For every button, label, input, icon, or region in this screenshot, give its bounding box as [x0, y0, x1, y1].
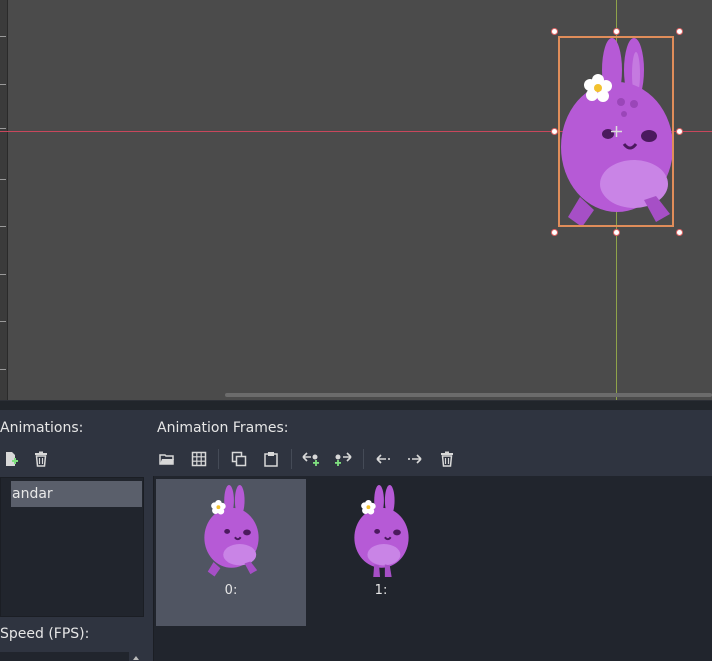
- ruler-tick: [0, 179, 6, 180]
- ruler-tick: [0, 369, 6, 370]
- frame-thumbnail: [354, 484, 409, 577]
- move-frame-right-button[interactable]: [404, 448, 426, 470]
- arrow-right-icon: [408, 454, 422, 464]
- resize-handle[interactable]: [676, 28, 683, 35]
- remove-animation-button[interactable]: [30, 448, 52, 470]
- move-frame-left-button[interactable]: [372, 448, 394, 470]
- frame-label: 1:: [374, 583, 388, 598]
- insert-after-icon: [335, 452, 352, 466]
- load-spritesheet-button[interactable]: [188, 448, 210, 470]
- ruler-tick: [0, 36, 6, 37]
- new-file-icon: [6, 452, 18, 466]
- animation-item[interactable]: andar: [11, 481, 142, 507]
- ruler-tick: [0, 226, 6, 227]
- ruler-tick: [0, 274, 6, 275]
- animation-frames-label: Animation Frames:: [157, 420, 289, 436]
- sprite-frames-panel: Animations: Animation Frames: andar 0: 1…: [0, 410, 712, 661]
- pivot-cross-icon[interactable]: [611, 126, 622, 137]
- load-frames-button[interactable]: [156, 448, 178, 470]
- toolbar-separator: [363, 449, 364, 469]
- resize-handle[interactable]: [613, 28, 620, 35]
- ruler-tick: [0, 128, 6, 129]
- paste-frame-button[interactable]: [260, 448, 282, 470]
- ruler-tick: [0, 84, 6, 85]
- frame-thumbnail: [204, 484, 259, 577]
- arrow-left-icon: [376, 454, 390, 464]
- ruler-tick: [0, 321, 6, 322]
- trash-icon: [35, 451, 47, 467]
- resize-handle[interactable]: [676, 229, 683, 236]
- insert-before-icon: [302, 452, 319, 466]
- new-animation-button[interactable]: [0, 448, 22, 470]
- horizontal-scrollbar[interactable]: [225, 393, 712, 397]
- resize-handle[interactable]: [551, 229, 558, 236]
- speed-fps-input[interactable]: [0, 652, 129, 661]
- spin-up-icon[interactable]: [132, 654, 140, 661]
- copy-icon: [231, 451, 247, 467]
- resize-handle[interactable]: [613, 229, 620, 236]
- insert-empty-before-button[interactable]: [300, 448, 322, 470]
- resize-handle[interactable]: [551, 128, 558, 135]
- animations-label: Animations:: [0, 420, 84, 436]
- toolbar-separator: [291, 449, 292, 469]
- insert-empty-after-button[interactable]: [332, 448, 354, 470]
- delete-frame-button[interactable]: [436, 448, 458, 470]
- copy-frame-button[interactable]: [228, 448, 250, 470]
- resize-handle[interactable]: [551, 28, 558, 35]
- grid-icon: [191, 451, 207, 467]
- animations-list[interactable]: andar: [0, 477, 144, 617]
- canvas-viewport[interactable]: [0, 0, 712, 400]
- resize-handle[interactable]: [676, 128, 683, 135]
- folder-open-icon: [159, 454, 174, 465]
- toolbar-separator: [218, 449, 219, 469]
- vertical-ruler: [0, 0, 8, 400]
- paste-icon: [264, 452, 278, 467]
- frame-item[interactable]: 0:: [156, 479, 306, 626]
- animation-frames-grid[interactable]: 0: 1:: [153, 476, 712, 661]
- frame-item[interactable]: 1:: [306, 479, 456, 626]
- speed-label: Speed (FPS):: [0, 626, 90, 642]
- trash-icon: [441, 451, 453, 467]
- frame-label: 0:: [224, 583, 238, 598]
